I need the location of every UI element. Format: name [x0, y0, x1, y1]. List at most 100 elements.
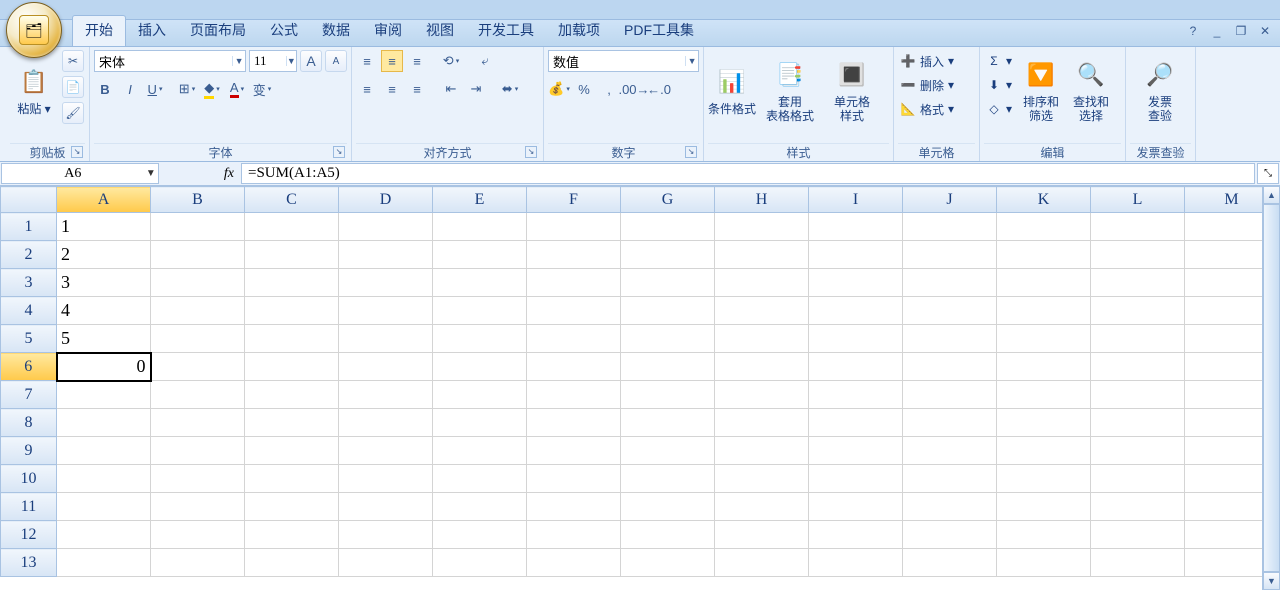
- cell-L8[interactable]: [1091, 409, 1185, 437]
- cell-F6[interactable]: [527, 353, 621, 381]
- column-header-H[interactable]: H: [715, 187, 809, 213]
- cell-F9[interactable]: [527, 437, 621, 465]
- cell-L11[interactable]: [1091, 493, 1185, 521]
- cell-G5[interactable]: [621, 325, 715, 353]
- column-header-C[interactable]: C: [245, 187, 339, 213]
- row-header-13[interactable]: 13: [1, 549, 57, 577]
- sort-filter-button[interactable]: 🔽 排序和 筛选: [1018, 50, 1064, 130]
- cell-E4[interactable]: [433, 297, 527, 325]
- cell-C1[interactable]: [245, 213, 339, 241]
- cell-F1[interactable]: [527, 213, 621, 241]
- cell-A6[interactable]: 0: [57, 353, 151, 381]
- cell-J7[interactable]: [903, 381, 997, 409]
- cell-C5[interactable]: [245, 325, 339, 353]
- align-center-button[interactable]: ≡: [381, 78, 403, 100]
- cell-C4[interactable]: [245, 297, 339, 325]
- fx-button[interactable]: fx: [224, 166, 234, 182]
- cell-G1[interactable]: [621, 213, 715, 241]
- cell-K7[interactable]: [997, 381, 1091, 409]
- number-format-dropdown[interactable]: ▼: [548, 50, 699, 72]
- cell-J12[interactable]: [903, 521, 997, 549]
- cell-I10[interactable]: [809, 465, 903, 493]
- cell-M13[interactable]: [1185, 549, 1263, 577]
- font-size-dropdown[interactable]: ▼: [249, 50, 297, 72]
- cell-E7[interactable]: [433, 381, 527, 409]
- minimize-icon[interactable]: _: [1210, 24, 1224, 38]
- number-format-input[interactable]: [549, 51, 685, 71]
- cell-H9[interactable]: [715, 437, 809, 465]
- cell-C10[interactable]: [245, 465, 339, 493]
- tab-数据[interactable]: 数据: [310, 16, 362, 46]
- cell-M4[interactable]: [1185, 297, 1263, 325]
- shrink-font-button[interactable]: A: [325, 50, 347, 72]
- align-top-button[interactable]: ≡: [356, 50, 378, 72]
- cell-F13[interactable]: [527, 549, 621, 577]
- cell-I6[interactable]: [809, 353, 903, 381]
- cell-J6[interactable]: [903, 353, 997, 381]
- cell-A8[interactable]: [57, 409, 151, 437]
- cell-G12[interactable]: [621, 521, 715, 549]
- cell-L3[interactable]: [1091, 269, 1185, 297]
- cell-L12[interactable]: [1091, 521, 1185, 549]
- cell-A2[interactable]: 2: [57, 241, 151, 269]
- cell-B6[interactable]: [151, 353, 245, 381]
- chevron-down-icon[interactable]: ▼: [144, 168, 158, 179]
- cell-D10[interactable]: [339, 465, 433, 493]
- cell-I7[interactable]: [809, 381, 903, 409]
- cell-J2[interactable]: [903, 241, 997, 269]
- office-button[interactable]: 🗂: [6, 2, 62, 58]
- cell-K11[interactable]: [997, 493, 1091, 521]
- cell-C8[interactable]: [245, 409, 339, 437]
- cell-L6[interactable]: [1091, 353, 1185, 381]
- cell-A13[interactable]: [57, 549, 151, 577]
- cell-J10[interactable]: [903, 465, 997, 493]
- number-launcher[interactable]: ↘: [685, 146, 697, 158]
- cell-G8[interactable]: [621, 409, 715, 437]
- cell-M9[interactable]: [1185, 437, 1263, 465]
- orientation-button[interactable]: ⟲: [440, 50, 462, 72]
- autosum-button[interactable]: Σ▾: [984, 50, 1014, 72]
- wrap-text-button[interactable]: ⤶: [474, 50, 496, 72]
- cell-D11[interactable]: [339, 493, 433, 521]
- cell-A7[interactable]: [57, 381, 151, 409]
- cell-H4[interactable]: [715, 297, 809, 325]
- cell-styles-button[interactable]: 🔳 单元格 样式: [824, 50, 880, 130]
- cell-H10[interactable]: [715, 465, 809, 493]
- cell-A3[interactable]: 3: [57, 269, 151, 297]
- cell-B3[interactable]: [151, 269, 245, 297]
- cell-M2[interactable]: [1185, 241, 1263, 269]
- cell-K4[interactable]: [997, 297, 1091, 325]
- cell-A5[interactable]: 5: [57, 325, 151, 353]
- cell-F3[interactable]: [527, 269, 621, 297]
- font-launcher[interactable]: ↘: [333, 146, 345, 158]
- row-header-5[interactable]: 5: [1, 325, 57, 353]
- cell-K5[interactable]: [997, 325, 1091, 353]
- cell-I9[interactable]: [809, 437, 903, 465]
- cell-B5[interactable]: [151, 325, 245, 353]
- align-right-button[interactable]: ≡: [406, 78, 428, 100]
- cell-H6[interactable]: [715, 353, 809, 381]
- cell-J13[interactable]: [903, 549, 997, 577]
- cell-I8[interactable]: [809, 409, 903, 437]
- font-name-dropdown[interactable]: ▼: [94, 50, 246, 72]
- tab-公式[interactable]: 公式: [258, 16, 310, 46]
- row-header-11[interactable]: 11: [1, 493, 57, 521]
- cell-G3[interactable]: [621, 269, 715, 297]
- align-launcher[interactable]: ↘: [525, 146, 537, 158]
- cell-F12[interactable]: [527, 521, 621, 549]
- cell-H3[interactable]: [715, 269, 809, 297]
- table-format-button[interactable]: 📑 套用 表格格式: [760, 50, 820, 130]
- cell-C12[interactable]: [245, 521, 339, 549]
- formula-expand-button[interactable]: ⤡: [1257, 163, 1279, 184]
- cell-K13[interactable]: [997, 549, 1091, 577]
- cell-G4[interactable]: [621, 297, 715, 325]
- tab-视图[interactable]: 视图: [414, 16, 466, 46]
- cell-D13[interactable]: [339, 549, 433, 577]
- cell-D2[interactable]: [339, 241, 433, 269]
- fill-button[interactable]: ⬇▾: [984, 74, 1014, 96]
- close-icon[interactable]: ✕: [1258, 24, 1272, 38]
- cell-F8[interactable]: [527, 409, 621, 437]
- cell-L13[interactable]: [1091, 549, 1185, 577]
- name-box[interactable]: ▼: [1, 163, 159, 184]
- cell-L1[interactable]: [1091, 213, 1185, 241]
